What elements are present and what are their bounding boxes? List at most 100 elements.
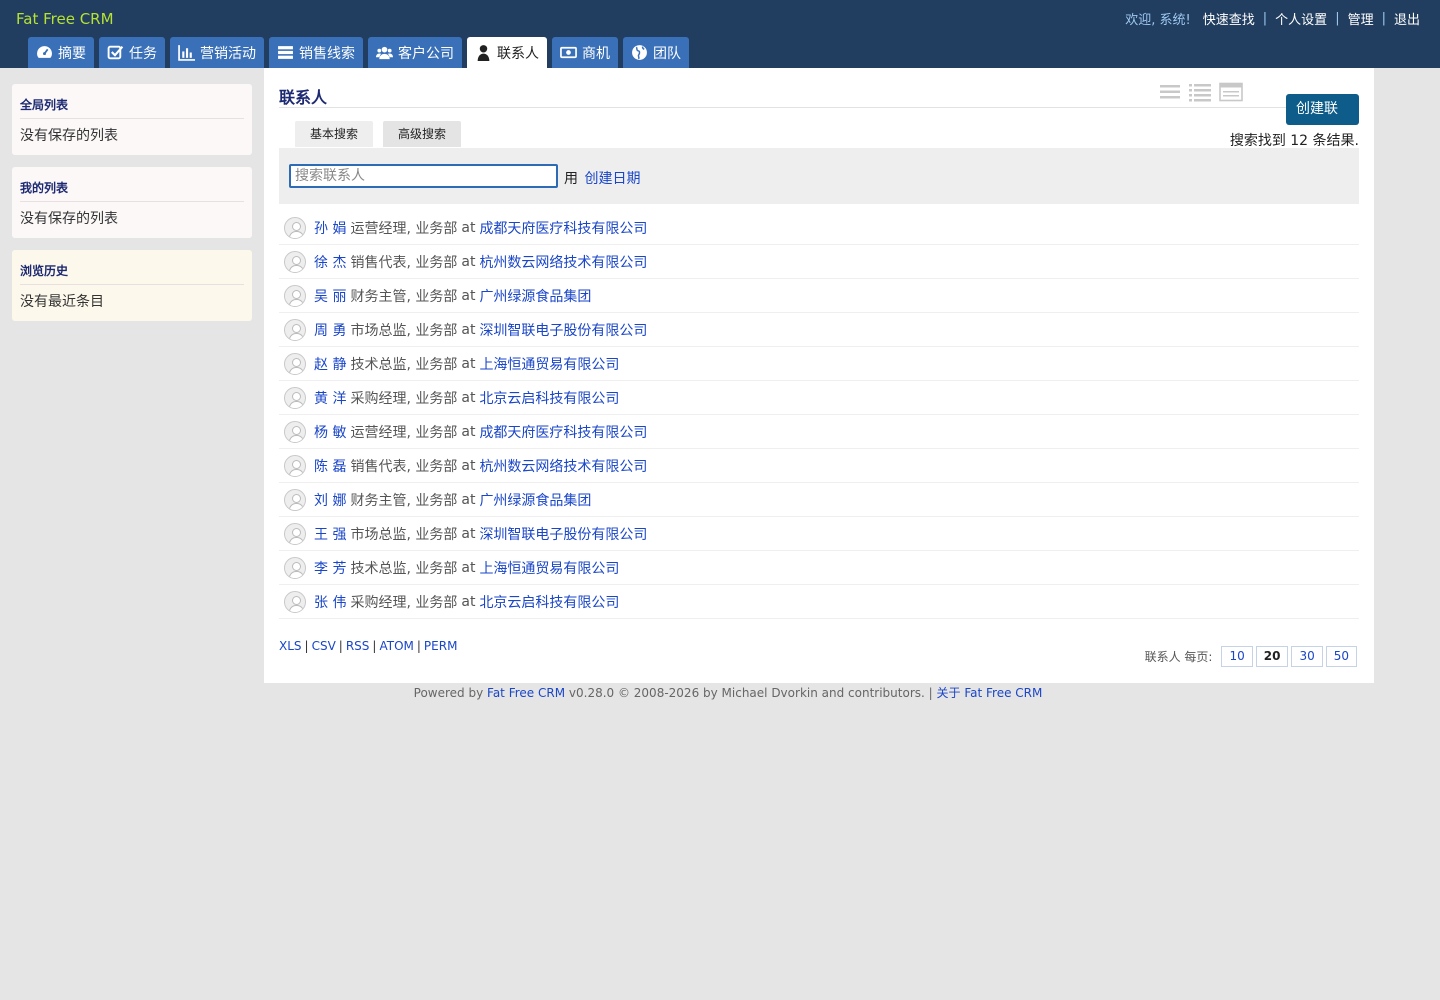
per-page-50[interactable]: 50 [1325,646,1357,667]
quick-find-link[interactable]: 快速查找 [1203,9,1255,28]
contact-title: 市场总监, 业务部 [350,526,458,543]
contact-at: at [461,389,476,406]
tab-opportunities[interactable]: 商机 [552,37,618,68]
history-panel: 浏览历史 没有最近条目 [12,250,252,321]
contact-at: at [461,525,476,542]
contact-title: 技术总监, 业务部 [350,356,458,373]
contact-name-link[interactable]: 杨 敏 [314,422,346,442]
contact-company-link[interactable]: 杭州数云网络技术有限公司 [479,252,647,272]
export-xls-link[interactable]: XLS [279,639,302,653]
separator: | [1335,11,1340,26]
sidebar: 全局列表 没有保存的列表 我的列表 没有保存的列表 浏览历史 没有最近条目 [12,84,252,333]
tab-campaigns[interactable]: 营销活动 [170,37,264,68]
tab-team[interactable]: 团队 [623,37,689,68]
contact-name-link[interactable]: 孙 娟 [314,218,346,238]
logout-link[interactable]: 退出 [1394,9,1420,28]
contact-name-link[interactable]: 陈 磊 [314,456,346,476]
export-csv-link[interactable]: CSV [312,639,336,653]
contact-title: 运营经理, 业务部 [350,424,458,441]
contact-company-link[interactable]: 成都天府医疗科技有限公司 [479,422,647,442]
contact-company-link[interactable]: 杭州数云网络技术有限公司 [479,456,647,476]
per-page-label: 联系人 每页: [1144,650,1213,664]
contact-row: 刘 娜财务主管, 业务部 at 广州绿源食品集团 [279,483,1359,517]
tab-label: 联系人 [497,45,539,62]
contact-name-link[interactable]: 刘 娜 [314,490,346,510]
contact-company-link[interactable]: 广州绿源食品集团 [479,490,591,510]
separator: | [338,639,343,653]
create-contact-button[interactable]: 创建联系人 [1286,94,1359,148]
per-page-30[interactable]: 30 [1291,646,1323,667]
search-input[interactable] [289,164,558,188]
contact-at: at [461,355,476,372]
contact-name-link[interactable]: 周 勇 [314,320,346,340]
contact-list: 孙 娟运营经理, 业务部 at 成都天府医疗科技有限公司徐 杰销售代表, 业务部 at… [279,211,1359,619]
avatar-icon [284,420,306,443]
contact-title: 技术总监, 业务部 [350,560,458,577]
separator: | [1381,11,1386,26]
users-icon [376,46,393,60]
contact-name-link[interactable]: 吴 丽 [314,286,346,306]
contact-title: 财务主管, 业务部 [350,288,458,305]
tab-contacts[interactable]: 联系人 [467,37,547,68]
tab-advanced-search[interactable]: 高级搜索 [383,121,462,147]
contact-name-link[interactable]: 王 强 [314,524,346,544]
page-title: 联系人 [279,88,328,107]
per-page-10[interactable]: 10 [1221,646,1253,667]
tab-label: 营销活动 [200,45,256,62]
panel-body: 没有保存的列表 [20,128,118,144]
separator: | [304,639,309,653]
avatar-icon [284,386,306,409]
contact-company-link[interactable]: 北京云启科技有限公司 [479,592,619,612]
tab-accounts[interactable]: 客户公司 [368,37,462,68]
footer-about-link[interactable]: 关于 Fat Free CRM [937,686,1043,700]
export-atom-link[interactable]: ATOM [379,639,413,653]
footer-text: v0.28.0 © 2008-2026 by Michael Dvorkin a… [568,686,933,700]
contact-company-link[interactable]: 上海恒通贸易有限公司 [479,558,619,578]
tab-basic-search[interactable]: 基本搜索 [295,121,374,147]
contact-title: 销售代表, 业务部 [350,458,458,475]
contact-company-link[interactable]: 深圳智联电子股份有限公司 [479,524,647,544]
contact-name-link[interactable]: 赵 静 [314,354,346,374]
contact-company-link[interactable]: 成都天府医疗科技有限公司 [479,218,647,238]
result-count: 搜索找到 12 条结果. [1229,133,1359,149]
permalink-link[interactable]: PERM [424,639,458,653]
separator: | [416,639,421,653]
contact-company-link[interactable]: 上海恒通贸易有限公司 [479,354,619,374]
avatar-icon [284,284,306,307]
tab-dashboard[interactable]: 摘要 [28,37,94,68]
admin-link[interactable]: 管理 [1348,9,1374,28]
contact-name-link[interactable]: 黄 洋 [314,388,346,408]
search-by: 用 创建日期 [564,168,640,188]
per-page-20[interactable]: 20 [1255,646,1289,667]
view-switcher [1159,82,1243,102]
contact-title: 销售代表, 业务部 [350,254,458,271]
contact-name-link[interactable]: 徐 杰 [314,252,346,272]
app-name-link[interactable]: Fat Free CRM [16,10,114,28]
profile-settings-link[interactable]: 个人设置 [1275,9,1327,28]
panel-title: 我的列表 [20,179,244,202]
contact-company-link[interactable]: 广州绿源食品集团 [479,286,591,306]
contact-company-link[interactable]: 北京云启科技有限公司 [479,388,619,408]
tab-tasks[interactable]: 任务 [99,37,165,68]
search-by-created-date-link[interactable]: 创建日期 [584,171,640,187]
global-lists-panel: 全局列表 没有保存的列表 [12,84,252,155]
export-rss-link[interactable]: RSS [346,639,370,653]
per-page-selector: 联系人 每页: 10 20 30 50 [1145,646,1357,667]
contact-title: 采购经理, 业务部 [350,390,458,407]
contact-row: 吴 丽财务主管, 业务部 at 广州绿源食品集团 [279,279,1359,313]
check-square-icon [107,45,124,60]
footer-fatfree-link[interactable]: Fat Free CRM [487,686,565,700]
contact-at: at [461,491,476,508]
normal-view-icon[interactable] [1188,82,1212,102]
main-content: 联系人 创建联系人 基本搜索 高级搜索 搜索找到 12 条结果. 用 创建日期 … [264,68,1374,683]
user-icon [477,45,490,61]
contact-name-link[interactable]: 李 芳 [314,558,346,578]
brief-view-icon[interactable] [1159,82,1181,102]
tab-leads[interactable]: 销售线索 [269,37,363,68]
contact-row: 徐 杰销售代表, 业务部 at 杭州数云网络技术有限公司 [279,245,1359,279]
contact-title: 运营经理, 业务部 [350,220,458,237]
contact-row: 李 芳技术总监, 业务部 at 上海恒通贸易有限公司 [279,551,1359,585]
contact-name-link[interactable]: 张 伟 [314,592,346,612]
contact-company-link[interactable]: 深圳智联电子股份有限公司 [479,320,647,340]
long-view-icon[interactable] [1219,82,1243,102]
